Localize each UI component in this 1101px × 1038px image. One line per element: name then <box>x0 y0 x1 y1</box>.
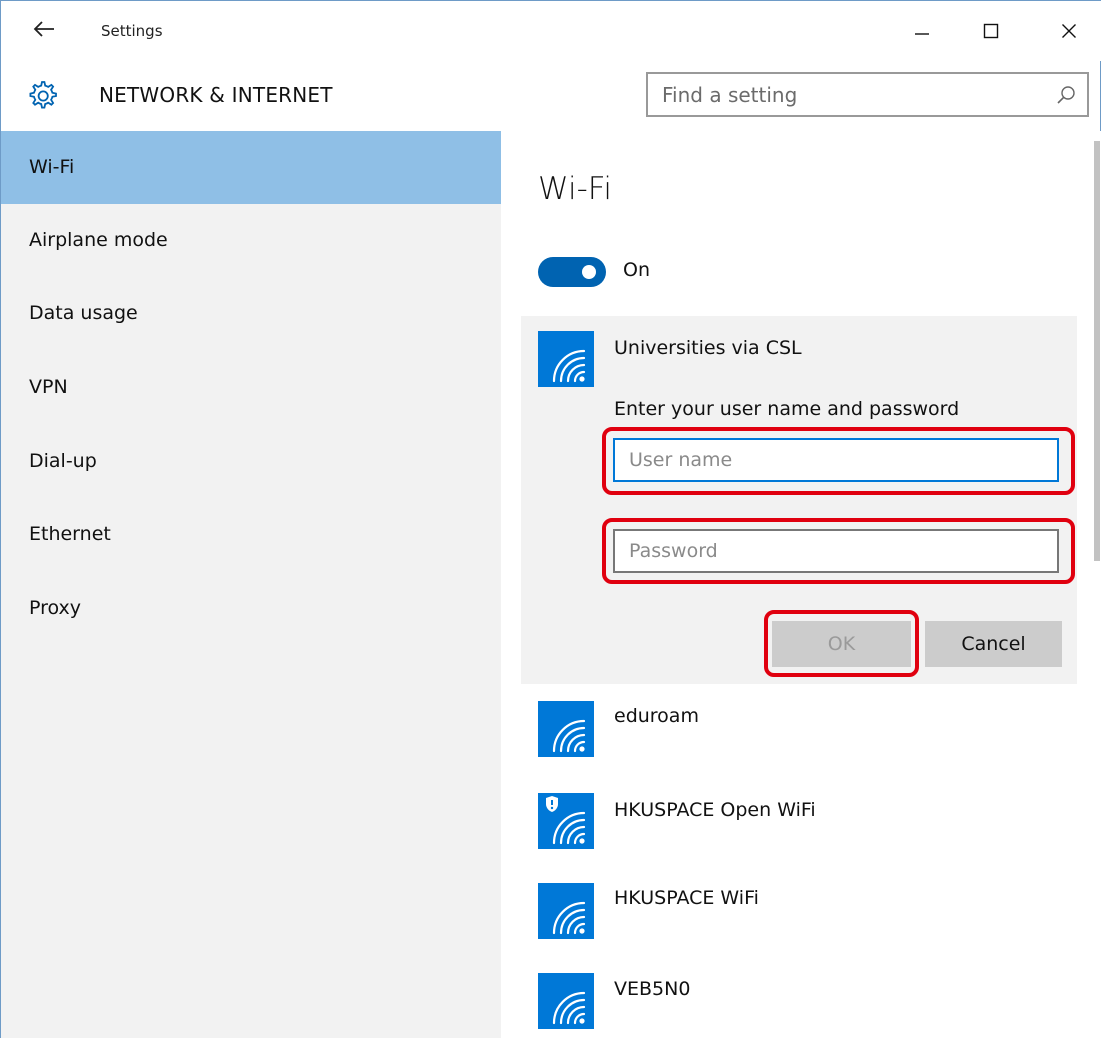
highlight-ok-button <box>764 610 919 677</box>
network-name-hkuspace-open-wifi[interactable]: HKUSPACE Open WiFi <box>614 799 816 821</box>
sidebar-item-data-usage[interactable]: Data usage <box>1 277 501 350</box>
search-box[interactable] <box>646 72 1089 117</box>
sidebar-item-proxy[interactable]: Proxy <box>1 572 501 645</box>
wifi-icon <box>538 331 594 387</box>
search-icon[interactable] <box>1055 84 1077 106</box>
maximize-icon <box>983 23 999 39</box>
toggle-knob <box>582 265 596 279</box>
close-button[interactable] <box>1046 11 1092 51</box>
sidebar-item-dial-up[interactable]: Dial-up <box>1 425 501 498</box>
sidebar-item-wifi[interactable]: Wi-Fi <box>1 131 501 204</box>
minimize-icon <box>915 33 929 35</box>
sidebar-item-ethernet[interactable]: Ethernet <box>1 498 501 571</box>
network-name-eduroam[interactable]: eduroam <box>614 705 699 727</box>
window-title: Settings <box>101 22 163 40</box>
cancel-button[interactable]: Cancel <box>925 621 1062 667</box>
wifi-toggle[interactable] <box>538 257 606 287</box>
search-input[interactable] <box>648 74 1087 115</box>
toggle-label: On <box>623 259 650 281</box>
back-arrow-icon[interactable] <box>29 19 59 45</box>
credentials-prompt: Enter your user name and password <box>614 398 960 420</box>
wifi-icon <box>538 973 594 1029</box>
network-name-universities-via-csl[interactable]: Universities via CSL <box>614 337 802 359</box>
page-title: Wi-Fi <box>538 171 612 207</box>
settings-window: Settings NETWORK & INTERNET Wi-F <box>0 0 1101 1038</box>
gear-icon <box>29 81 57 109</box>
minimize-button[interactable] <box>899 11 945 51</box>
settings-header: NETWORK & INTERNET <box>1 61 1101 131</box>
sidebar-item-vpn[interactable]: VPN <box>1 351 501 424</box>
wifi-shield-icon <box>538 793 594 849</box>
wifi-icon <box>538 701 594 757</box>
network-name-hkuspace-wifi[interactable]: HKUSPACE WiFi <box>614 887 759 909</box>
wifi-icon <box>538 883 594 939</box>
sidebar-item-airplane-mode[interactable]: Airplane mode <box>1 204 501 277</box>
maximize-button[interactable] <box>968 11 1014 51</box>
network-name-veb5n0[interactable]: VEB5N0 <box>614 978 690 1000</box>
highlight-username <box>602 427 1075 495</box>
section-title: NETWORK & INTERNET <box>99 83 333 107</box>
scrollbar[interactable] <box>1094 141 1100 561</box>
title-bar: Settings <box>1 1 1101 61</box>
highlight-password <box>602 518 1075 584</box>
close-icon <box>1062 24 1076 38</box>
